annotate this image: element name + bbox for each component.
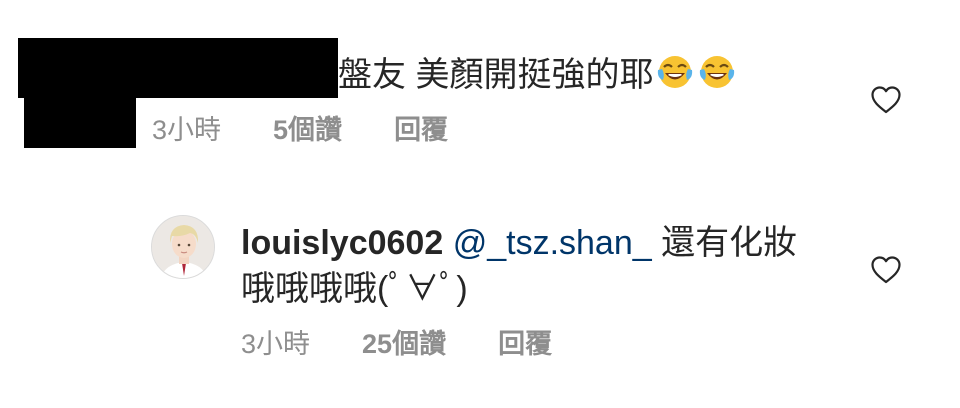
mention-link[interactable]: @_tsz.shan_	[453, 224, 652, 262]
reply-body-part1: 還有化妝	[661, 224, 798, 262]
comment-body: 盤友 美顏開挺強的耶	[338, 56, 654, 94]
reply-meta: 3小時 25個讚 回覆	[241, 326, 552, 362]
reply-button[interactable]: 回覆	[394, 112, 448, 148]
avatar[interactable]	[151, 215, 215, 279]
face-with-tears-of-joy-icon	[658, 56, 693, 88]
heart-outline-icon[interactable]	[869, 253, 903, 287]
reply-like-count[interactable]: 25個讚	[362, 326, 446, 362]
redaction-block	[24, 90, 136, 148]
redaction-block	[18, 38, 338, 98]
comment-meta: 3小時 5個讚 回覆	[152, 112, 448, 148]
reply-timestamp: 3小時	[241, 329, 311, 359]
reply-text: louislyc0602 @_tsz.shan_ 還有化妝 哦哦哦哦(ﾟ∀ﾟ)	[241, 220, 841, 312]
reply-body-part2: 哦哦哦哦(ﾟ∀ﾟ)	[241, 270, 468, 308]
comment-timestamp: 3小時	[152, 115, 222, 145]
comment-text: 盤友 美顏開挺強的耶	[338, 52, 737, 97]
reply-item: louislyc0602 @_tsz.shan_ 還有化妝 哦哦哦哦(ﾟ∀ﾟ) …	[0, 170, 960, 408]
reply-button[interactable]: 回覆	[498, 326, 552, 362]
reply-username[interactable]: louislyc0602	[241, 224, 443, 262]
comment-like-count[interactable]: 5個讚	[273, 112, 342, 148]
heart-outline-icon[interactable]	[869, 83, 903, 117]
face-with-tears-of-joy-icon	[700, 56, 735, 88]
profile-photo	[152, 216, 214, 278]
comment-item: 盤友 美顏開挺強的耶 3小時 5個讚 回覆	[0, 0, 960, 170]
